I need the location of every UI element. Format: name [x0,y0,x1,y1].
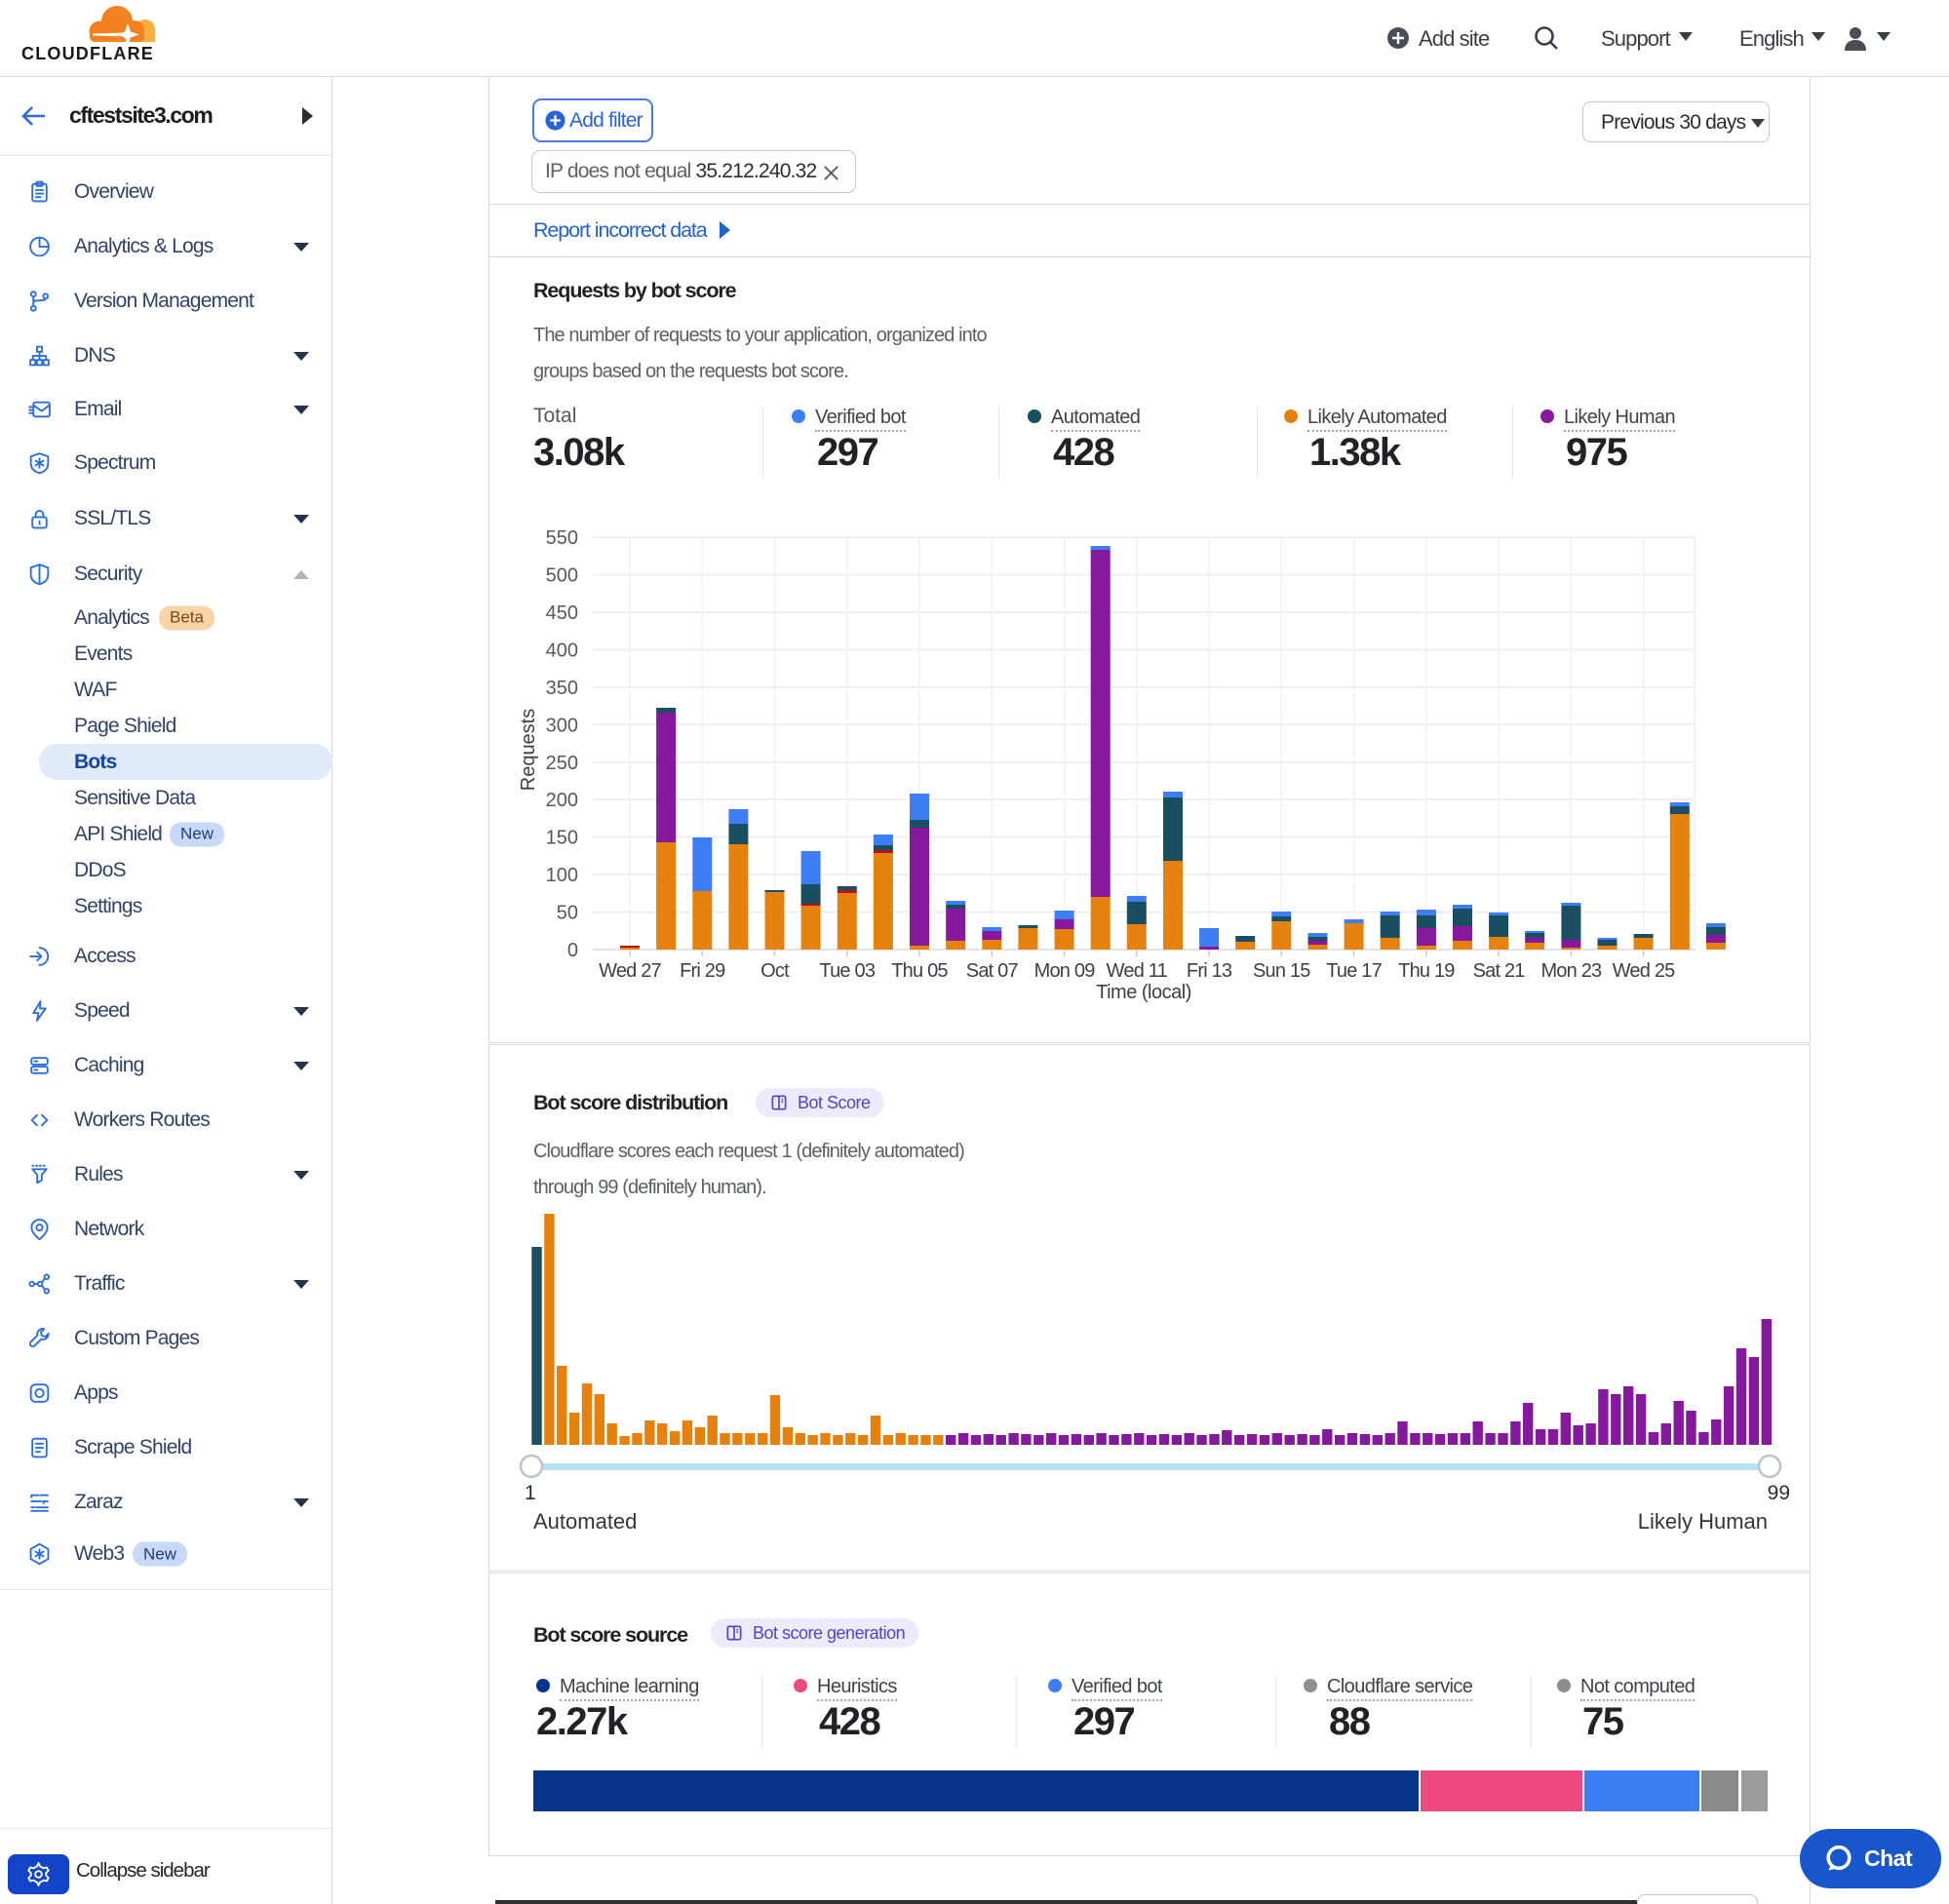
svg-text:Wed 27: Wed 27 [599,960,661,982]
svg-text:Sun 15: Sun 15 [1253,960,1310,982]
svg-text:450: 450 [546,602,578,624]
svg-text:0: 0 [567,940,578,961]
svg-text:Oct: Oct [760,960,790,982]
svg-text:Wed 11: Wed 11 [1107,960,1168,982]
svg-text:Mon 09: Mon 09 [1034,960,1096,982]
svg-text:300: 300 [546,715,578,736]
svg-text:Tue 17: Tue 17 [1326,960,1382,982]
svg-text:250: 250 [546,753,578,774]
svg-text:550: 550 [546,527,578,549]
svg-text:Thu 19: Thu 19 [1398,960,1455,982]
svg-text:Fri 13: Fri 13 [1187,960,1232,982]
svg-text:400: 400 [546,640,578,661]
svg-text:Tue 03: Tue 03 [819,960,875,982]
svg-text:350: 350 [546,678,578,699]
svg-text:500: 500 [546,565,578,587]
svg-text:Fri 29: Fri 29 [680,960,725,982]
svg-text:Time (local): Time (local) [1096,982,1191,1003]
svg-text:Requests: Requests [518,709,539,792]
svg-text:200: 200 [546,790,578,811]
svg-text:Sat 07: Sat 07 [966,960,1019,982]
svg-text:50: 50 [557,903,578,924]
svg-text:100: 100 [546,865,578,886]
svg-text:Thu 05: Thu 05 [891,960,948,982]
svg-text:Wed 25: Wed 25 [1613,960,1675,982]
svg-text:Mon 23: Mon 23 [1540,960,1602,982]
svg-text:150: 150 [546,828,578,849]
svg-text:Sat 21: Sat 21 [1473,960,1526,982]
